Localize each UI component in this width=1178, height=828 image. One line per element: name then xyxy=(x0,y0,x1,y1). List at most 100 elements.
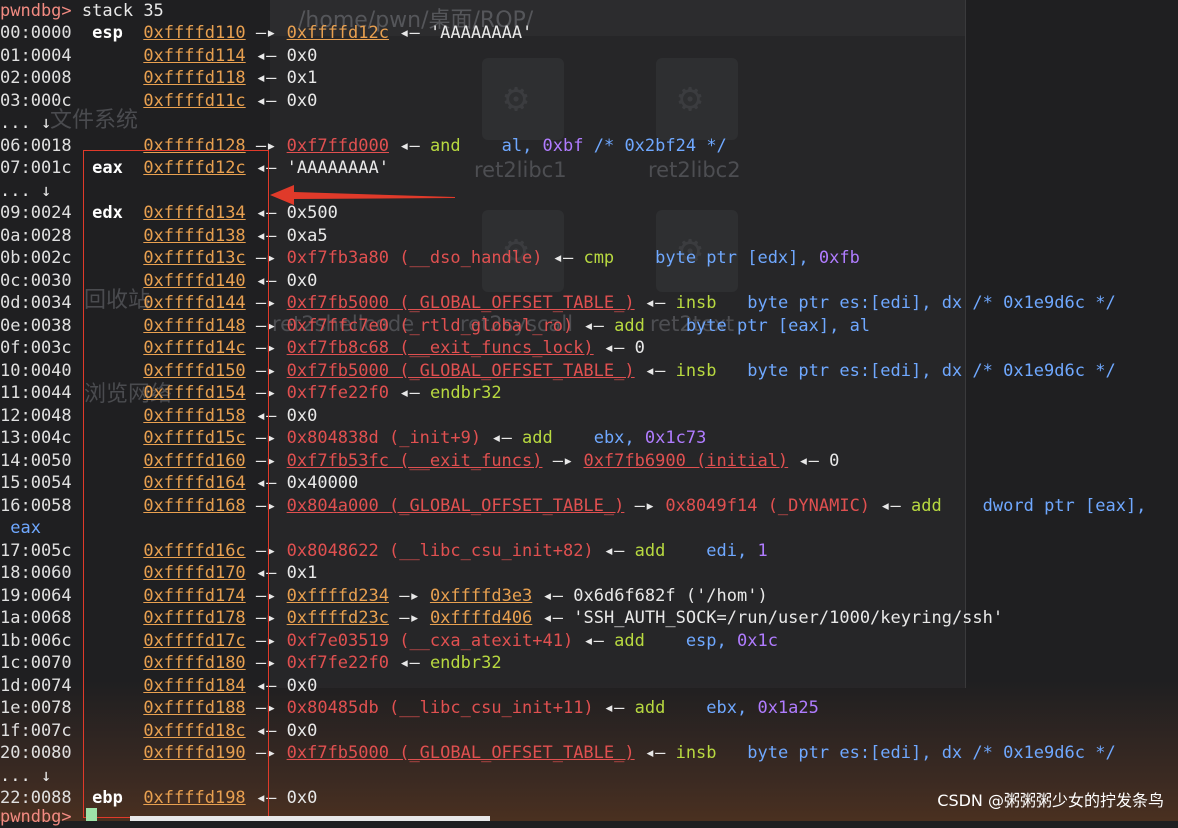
pointer-arrow: —▸ xyxy=(624,495,666,516)
value: 0x0 xyxy=(286,45,318,66)
code-address: 0xf7fb8c68 (__exit_funcs_lock) xyxy=(286,338,594,358)
pointer-arrow: —▸ xyxy=(245,743,287,763)
stack-offset: 0c:0030 xyxy=(0,270,72,291)
stack-offset: 20:0080 xyxy=(0,743,72,763)
register-label xyxy=(72,743,144,763)
stack-row: 16:0058 0xffffd168 —▸ 0x804a000 (_GLOBAL… xyxy=(0,495,1146,517)
stack-row: 1e:0078 0xffffd188 —▸ 0x80485db (__libc_… xyxy=(0,697,819,719)
current-prompt-line[interactable]: pwndbg> xyxy=(0,806,72,828)
pointer-arrow: —▸ xyxy=(245,360,287,381)
register-label xyxy=(72,226,144,246)
skip-marker: ... ↓ xyxy=(0,180,52,201)
stack-row: 01:0004 0xffffd114 ◂— 0x0 xyxy=(0,45,317,67)
code-address: 0xf7fe22f0 xyxy=(286,653,389,673)
code-address: 0xf7ffc7e0 (_rtld_global_ro) xyxy=(286,315,574,336)
pointer-arrow: ◂— xyxy=(245,225,287,246)
code-address: 0xf7fb5000 (_GLOBAL_OFFSET_TABLE_) xyxy=(286,360,635,381)
register-label xyxy=(72,631,144,651)
terminal-cursor xyxy=(86,808,97,821)
stack-row: 0c:0030 0xffffd140 ◂— 0x0 xyxy=(0,270,317,292)
value: 0 xyxy=(634,338,645,358)
pointer-arrow: —▸ xyxy=(245,315,287,336)
code-address: 0xf7ffd000 xyxy=(286,135,389,156)
stack-row: 0d:0034 0xffffd144 —▸ 0xf7fb5000 (_GLOBA… xyxy=(0,292,1116,314)
instruction-operands: byte ptr es:[edi], dx /* 0x1e9d6c */ xyxy=(716,743,1116,763)
stack-pointer-value: 0xffffd3e3 xyxy=(429,585,533,606)
immediate-value: 0x1c73 xyxy=(644,428,707,448)
stack-pointer-value: 0xffffd23c xyxy=(286,608,389,628)
value: 0x1 xyxy=(286,563,318,583)
register-label xyxy=(72,563,144,583)
command-line: pwndbg> stack 35 xyxy=(0,0,164,22)
immediate-value: 0xbf xyxy=(542,135,584,156)
code-address: 0x8048622 (__libc_csu_init+82) xyxy=(286,540,594,561)
stack-offset: 14:0050 xyxy=(0,450,72,471)
stack-address: 0xffffd160 xyxy=(143,450,246,471)
stack-offset: 1b:006c xyxy=(0,630,72,651)
instruction-mnemonic: add xyxy=(911,495,942,516)
instruction-operands: /* 0x2bf24 */ xyxy=(583,135,727,156)
pointer-arrow: ◂— xyxy=(593,698,635,718)
stack-offset: 19:0064 xyxy=(0,585,72,606)
stack-row: 0e:0038 0xffffd148 —▸ 0xf7ffc7e0 (_rtld_… xyxy=(0,315,870,337)
stack-row: 06:0018 0xffffd128 —▸ 0xf7ffd000 ◂— and … xyxy=(0,135,727,157)
code-address: 0xf7e03519 (__cxa_atexit+41) xyxy=(286,630,574,651)
stack-address: 0xffffd144 xyxy=(143,293,246,313)
register-label xyxy=(72,91,144,111)
stack-address: 0xffffd11c xyxy=(143,90,246,111)
stack-address: 0xffffd154 xyxy=(143,383,246,403)
register-label xyxy=(72,248,144,268)
skipped-rows-line: ... ↓ xyxy=(0,765,51,787)
pointer-arrow: ◂— xyxy=(388,653,430,673)
string-value: 'AAAAAAAA' xyxy=(429,23,533,43)
wrapped-line: eax xyxy=(0,517,41,539)
instruction-operands: byte ptr es:[edi], dx /* 0x1e9d6c */ xyxy=(716,293,1116,313)
stack-offset: 0b:002c xyxy=(0,248,72,268)
pointer-arrow: —▸ xyxy=(245,585,287,606)
stack-row: 12:0048 0xffffd158 ◂— 0x0 xyxy=(0,405,317,427)
stack-row: 03:000c 0xffffd11c ◂— 0x0 xyxy=(0,90,317,112)
register-label xyxy=(72,676,144,696)
register-label xyxy=(72,653,144,673)
pointer-arrow: ◂— xyxy=(870,495,911,516)
instruction-operands: esp, xyxy=(644,630,737,651)
stack-address: 0xffffd174 xyxy=(143,585,246,606)
register-label xyxy=(72,721,144,741)
pointer-arrow: ◂— xyxy=(245,45,287,66)
stack-offset: 0d:0034 xyxy=(0,293,72,313)
value: 0x0 xyxy=(286,405,318,426)
stack-address: 0xffffd134 xyxy=(143,203,246,223)
instruction-mnemonic: endbr32 xyxy=(429,653,502,673)
register-label xyxy=(72,68,144,88)
code-address: 0xf7fe22f0 xyxy=(286,383,389,403)
stack-row: 19:0064 0xffffd174 —▸ 0xffffd234 —▸ 0xff… xyxy=(0,585,768,607)
stack-address: 0xffffd164 xyxy=(143,473,246,493)
stack-address: 0xffffd198 xyxy=(143,788,246,808)
instruction-operands: al, xyxy=(460,135,543,156)
stack-offset: 03:000c xyxy=(0,90,72,111)
skipped-rows-line: ... ↓ xyxy=(0,112,51,134)
register-label: ebp xyxy=(71,788,144,808)
stack-address: 0xffffd188 xyxy=(143,698,246,718)
pointer-arrow: —▸ xyxy=(388,585,430,606)
stack-offset: 16:0058 xyxy=(0,495,72,516)
instruction-operands: byte ptr es:[edi], dx /* 0x1e9d6c */ xyxy=(716,360,1116,381)
pointer-arrow: —▸ xyxy=(245,608,287,628)
instruction-operands: dword ptr [eax], xyxy=(941,495,1147,516)
pointer-arrow: ◂— xyxy=(788,450,830,471)
wrapped-operand: eax xyxy=(0,518,41,538)
stack-address: 0xffffd140 xyxy=(143,270,246,291)
terminal-output[interactable]: pwndbg> stack 35 00:0000 esp 0xffffd110 … xyxy=(0,0,1178,827)
stack-offset: 15:0054 xyxy=(0,473,72,493)
stack-row: 1d:0074 0xffffd184 ◂— 0x0 xyxy=(0,675,317,697)
stack-offset: 0f:003c xyxy=(0,338,72,358)
value: 0x6d6f682f ('/hom') xyxy=(573,585,768,606)
pointer-arrow: ◂— xyxy=(573,630,615,651)
stack-row: 02:0008 0xffffd118 ◂— 0x1 xyxy=(0,67,317,89)
stack-address: 0xffffd128 xyxy=(143,135,246,156)
register-label xyxy=(72,496,144,516)
value: 0x40000 xyxy=(286,473,359,493)
stack-row: 10:0040 0xffffd150 —▸ 0xf7fb5000 (_GLOBA… xyxy=(0,360,1116,382)
stack-address: 0xffffd110 xyxy=(143,23,246,43)
instruction-operands: ebx, xyxy=(552,428,645,448)
